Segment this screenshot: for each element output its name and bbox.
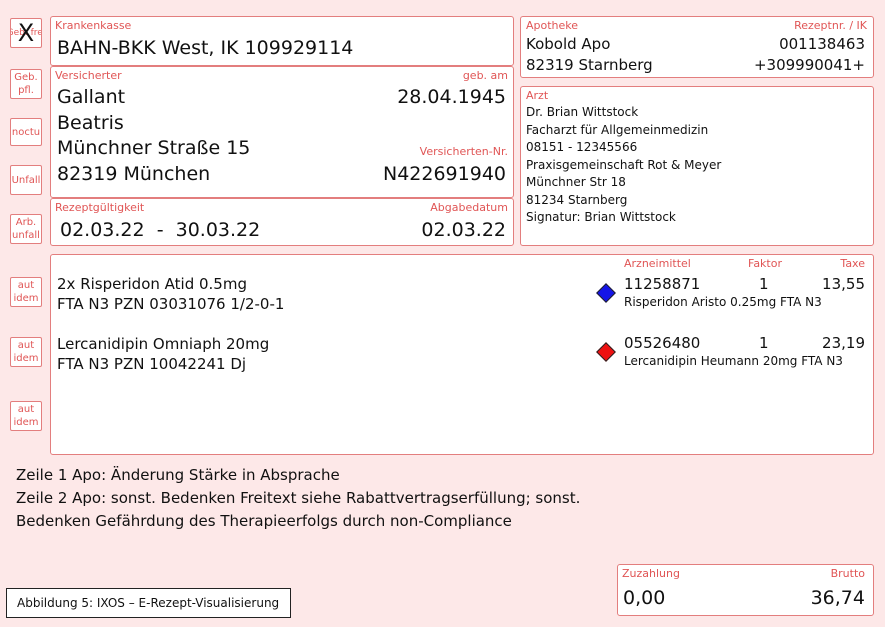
gebuehr-frei-mark: X bbox=[17, 18, 35, 47]
krankenkasse-box: Krankenkasse BAHN-BKK West, IK 109929114 bbox=[50, 16, 514, 66]
figure-caption: Abbildung 5: IXOS – E-Rezept-Visualisier… bbox=[6, 588, 291, 618]
krankenkasse-value: BAHN-BKK West, IK 109929114 bbox=[57, 37, 354, 59]
arzt-fachrichtung: Facharzt für Allgemeinmedizin bbox=[526, 123, 709, 137]
apotheke-box: Apotheke Rezeptnr. / IK Kobold Apo 00113… bbox=[520, 16, 874, 78]
aut-idem-3-label-2: idem bbox=[13, 417, 39, 428]
arzt-ort: 81234 Starnberg bbox=[526, 193, 628, 207]
verordnung-2-line-1: Lercanidipin Omniaph 20mg bbox=[57, 335, 270, 353]
abgabe-1-taxe: 13,55 bbox=[822, 275, 865, 293]
aut-idem-1-label-2: idem bbox=[13, 293, 39, 304]
faktor-column-header: Faktor bbox=[748, 257, 782, 270]
arb-unfall-box[interactable]: Arb. unfall bbox=[10, 214, 42, 244]
noctu-box[interactable]: noctu bbox=[10, 118, 42, 146]
zuzahlung-value: 0,00 bbox=[623, 587, 666, 609]
arzt-strasse: Münchner Str 18 bbox=[526, 175, 626, 189]
aut-idem-box-3[interactable]: aut idem bbox=[10, 401, 42, 431]
arzt-box: Arzt Dr. Brian Wittstock Facharzt für Al… bbox=[520, 86, 874, 246]
abgabe-2-taxe: 23,19 bbox=[822, 334, 865, 352]
versicherter-ort: 82319 München bbox=[57, 163, 211, 185]
arzneimittel-column-header: Arzneimittel bbox=[624, 257, 691, 270]
arzt-signatur: Signatur: Brian Wittstock bbox=[526, 210, 676, 224]
geb-am-value: 28.04.1945 bbox=[397, 86, 506, 108]
geb-pfl-label-2: pfl. bbox=[18, 85, 34, 96]
arzt-praxis: Praxisgemeinschaft Rot & Meyer bbox=[526, 158, 722, 172]
abgabedatum-label: Abgabedatum bbox=[430, 201, 508, 214]
arzt-name: Dr. Brian Wittstock bbox=[526, 105, 639, 119]
abgabe-1-name: Risperidon Aristo 0.25mg FTA N3 bbox=[624, 295, 822, 309]
note-line-1: Zeile 1 Apo: Änderung Stärke in Absprach… bbox=[16, 466, 340, 484]
rezeptnr-value: 001138463 bbox=[779, 35, 865, 53]
abgabe-2-name: Lercanidipin Heumann 20mg FTA N3 bbox=[624, 354, 843, 368]
note-line-3: Bedenken Gefährdung des Therapieerfolgs … bbox=[16, 512, 512, 530]
abgabedatum-value: 02.03.22 bbox=[421, 219, 506, 241]
versicherter-box: Versicherter geb. am Gallant 28.04.1945 … bbox=[50, 66, 514, 198]
aut-idem-1-label-1: aut bbox=[17, 280, 35, 291]
apotheke-ort: 82319 Starnberg bbox=[526, 56, 653, 74]
aut-idem-box-2[interactable]: aut idem bbox=[10, 337, 42, 367]
arzt-label: Arzt bbox=[526, 89, 549, 102]
ik-value: +309990041+ bbox=[753, 56, 865, 74]
arb-unfall-label-1: Arb. bbox=[15, 217, 37, 228]
abgabe-2-marker-icon bbox=[596, 342, 616, 362]
arb-unfall-label-2: unfall bbox=[12, 230, 40, 241]
taxe-column-header: Taxe bbox=[840, 257, 865, 270]
versicherter-label: Versicherter bbox=[55, 69, 122, 82]
abgabe-1-pzn: 11258871 bbox=[624, 275, 701, 293]
versicherten-nr-value: N422691940 bbox=[382, 163, 506, 185]
gueltigkeit-box: Rezeptgültigkeit Abgabedatum 02.03.22 - … bbox=[50, 198, 514, 246]
brutto-value: 36,74 bbox=[810, 587, 865, 609]
abgabe-2-faktor: 1 bbox=[759, 334, 769, 352]
gebuehr-frei-box[interactable]: Geb. frei X bbox=[10, 18, 42, 48]
abgabe-2-pzn: 05526480 bbox=[624, 334, 701, 352]
abgabe-1-faktor: 1 bbox=[759, 275, 769, 293]
geb-pfl-label-1: Geb. bbox=[14, 72, 38, 83]
versicherter-vorname: Beatris bbox=[57, 112, 124, 134]
versicherten-nr-label: Versicherten-Nr. bbox=[419, 145, 508, 158]
zuzahlung-label: Zuzahlung bbox=[622, 567, 680, 580]
versicherter-strasse: Münchner Straße 15 bbox=[57, 137, 251, 159]
gueltigkeit-value: 02.03.22 - 30.03.22 bbox=[60, 219, 261, 241]
gueltigkeit-label: Rezeptgültigkeit bbox=[55, 201, 145, 214]
aut-idem-3-label-1: aut bbox=[17, 404, 35, 415]
aut-idem-box-1[interactable]: aut idem bbox=[10, 277, 42, 307]
verordnung-1-line-1: 2x Risperidon Atid 0.5mg bbox=[57, 275, 247, 293]
brutto-label: Brutto bbox=[830, 567, 865, 580]
versicherter-nachname: Gallant bbox=[57, 86, 126, 108]
geb-pfl-box[interactable]: Geb. pfl. bbox=[10, 69, 42, 99]
verordnung-1-line-2: FTA N3 PZN 03031076 1/2-0-1 bbox=[57, 295, 285, 313]
arzt-telefon: 08151 - 12345566 bbox=[526, 140, 638, 154]
unfall-label: Unfall bbox=[11, 174, 41, 186]
abgabe-1-marker-icon bbox=[596, 283, 616, 303]
unfall-box[interactable]: Unfall bbox=[10, 165, 42, 195]
krankenkasse-label: Krankenkasse bbox=[55, 19, 132, 32]
apotheke-name: Kobold Apo bbox=[526, 35, 611, 53]
aut-idem-2-label-1: aut bbox=[17, 340, 35, 351]
verordnung-box: Arzneimittel Faktor Taxe 2x Risperidon A… bbox=[50, 254, 874, 455]
zuzahlung-box: Zuzahlung Brutto 0,00 36,74 bbox=[617, 564, 874, 616]
aut-idem-2-label-2: idem bbox=[13, 353, 39, 364]
rezeptnr-ik-label: Rezeptnr. / IK bbox=[794, 19, 867, 32]
noctu-label: noctu bbox=[11, 126, 41, 138]
note-line-2: Zeile 2 Apo: sonst. Bedenken Freitext si… bbox=[16, 489, 581, 507]
apotheke-label: Apotheke bbox=[526, 19, 579, 32]
verordnung-2-line-2: FTA N3 PZN 10042241 Dj bbox=[57, 355, 247, 373]
geb-am-label: geb. am bbox=[462, 69, 508, 82]
